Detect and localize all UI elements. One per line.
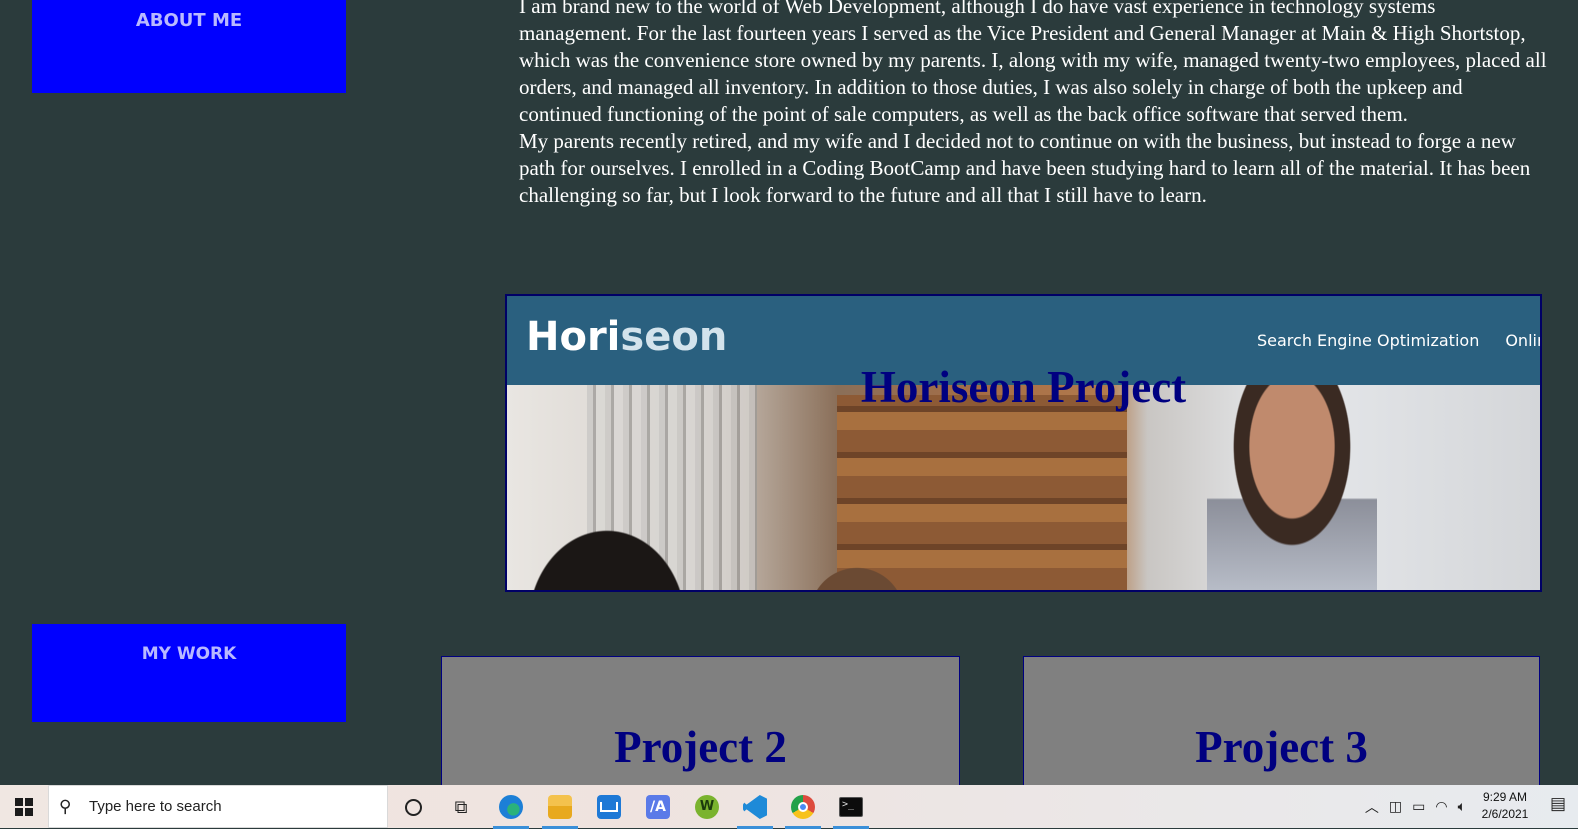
clock-date: 2/6/2021 (1481, 807, 1529, 821)
system-tray: ︿ ◫ ▭ ◠ 🔈︎ (1365, 785, 1466, 828)
start-button[interactable] (0, 785, 48, 828)
folder-icon (548, 795, 572, 819)
meet-now-icon[interactable]: ◫ (1389, 798, 1402, 815)
about-me-nav[interactable]: ABOUT ME (32, 0, 346, 93)
mail-taskbar-button[interactable] (588, 789, 630, 825)
horiseon-nav-seo: Search Engine Optimization (1257, 331, 1480, 350)
search-placeholder: Type here to search (89, 798, 222, 815)
notification-center-icon[interactable]: ▤ (1550, 794, 1572, 816)
about-text: I am brand new to the world of Web Devel… (519, 0, 1549, 209)
w-app-taskbar-button[interactable]: W (686, 789, 728, 825)
project-3-title: Project 3 (1195, 722, 1368, 772)
project-3-card[interactable]: Project 3 (1023, 656, 1540, 796)
horiseon-logo: Horiseon (526, 314, 728, 360)
edge-icon (499, 795, 523, 819)
chrome-icon (791, 795, 815, 819)
vscode-taskbar-button[interactable] (734, 789, 776, 829)
horiseon-project-title[interactable]: Horiseon Project (507, 361, 1540, 413)
volume-icon[interactable]: 🔈︎ (1458, 798, 1466, 815)
azure-taskbar-button[interactable]: /A (637, 789, 679, 825)
wifi-icon[interactable]: ◠ (1435, 798, 1447, 815)
file-explorer-taskbar-button[interactable] (539, 789, 581, 829)
my-work-label: MY WORK (141, 644, 237, 664)
edge-taskbar-button[interactable] (490, 789, 532, 829)
task-view-icon: ⧉ (454, 796, 468, 817)
clock-time: 9:29 AM (1482, 790, 1528, 804)
chevron-up-icon[interactable]: ︿ (1365, 797, 1379, 817)
vscode-icon (743, 795, 767, 819)
project-2-card[interactable]: Project 2 (441, 656, 960, 796)
battery-icon[interactable]: ▭ (1412, 798, 1425, 815)
project-2-title: Project 2 (614, 722, 787, 772)
terminal-taskbar-button[interactable]: >_ (830, 789, 872, 829)
horiseon-project-card[interactable]: Horiseon Search Engine Optimization Onlin… (505, 294, 1542, 592)
chrome-taskbar-button[interactable] (782, 789, 824, 829)
about-paragraph-1: I am brand new to the world of Web Devel… (519, 0, 1547, 126)
taskbar-clock[interactable]: 9:29 AM 2/6/2021 (1480, 789, 1530, 823)
w-app-icon: W (695, 795, 719, 819)
horiseon-nav-online: Online (1505, 331, 1540, 350)
taskbar-search-box[interactable]: ⚲ Type here to search (48, 785, 388, 828)
windows-taskbar: ⚲ Type here to search ⧉ /A W >_ ︿ ◫ ▭ ◠ … (0, 785, 1578, 829)
about-paragraph-2: My parents recently retired, and my wife… (519, 129, 1531, 207)
my-work-nav[interactable]: MY WORK (32, 624, 346, 722)
terminal-icon: >_ (839, 797, 863, 817)
cortana-button[interactable] (392, 789, 434, 825)
about-me-label: ABOUT ME (135, 10, 243, 31)
mail-icon (597, 795, 621, 819)
task-view-button[interactable]: ⧉ (440, 789, 482, 825)
horiseon-screenshot-nav: Search Engine Optimization Online (1257, 331, 1540, 350)
horiseon-hero-photo (507, 385, 1540, 590)
cortana-icon (404, 798, 422, 816)
search-icon: ⚲ (59, 796, 72, 816)
windows-logo-icon (15, 797, 33, 816)
azure-icon: /A (646, 795, 670, 819)
